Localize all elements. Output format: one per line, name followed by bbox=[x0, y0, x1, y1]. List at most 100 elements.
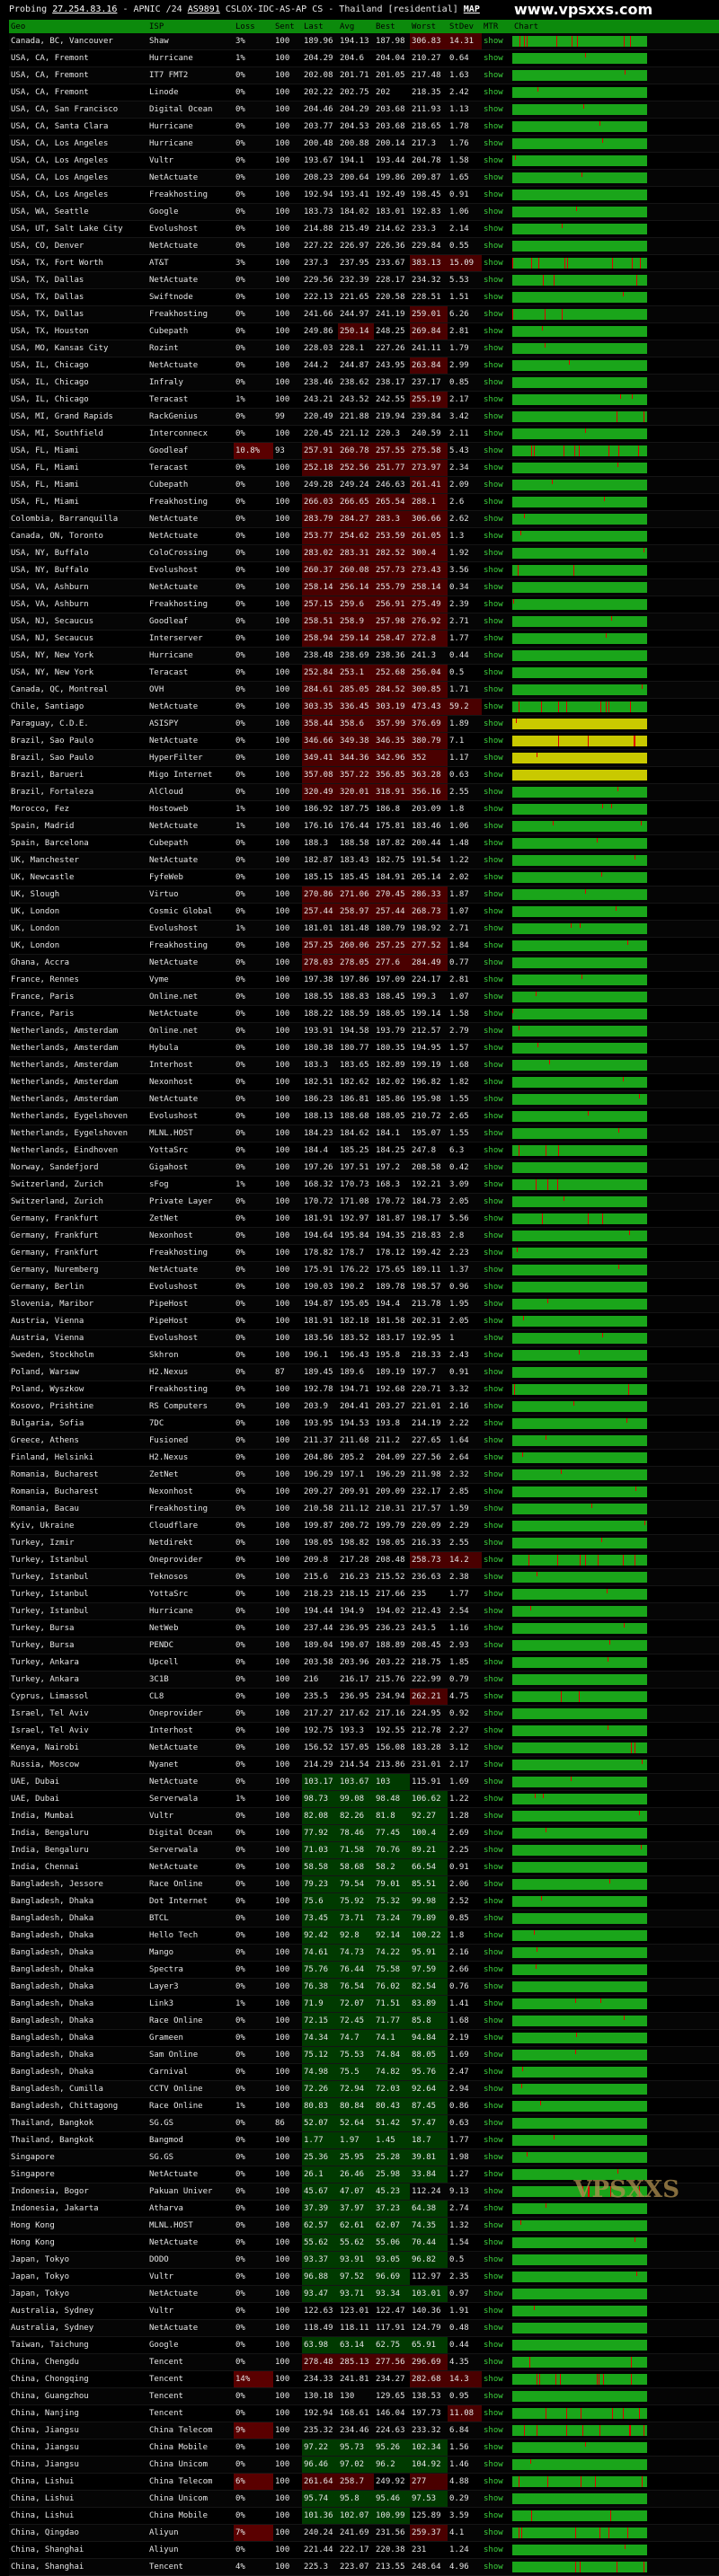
mtr-show-link[interactable]: show bbox=[482, 1312, 512, 1330]
mtr-show-link[interactable]: show bbox=[482, 459, 512, 477]
mtr-show-link[interactable]: show bbox=[482, 1329, 512, 1347]
mtr-show-link[interactable]: show bbox=[482, 1466, 512, 1484]
mtr-show-link[interactable]: show bbox=[482, 1039, 512, 1057]
mtr-show-link[interactable]: show bbox=[482, 2063, 512, 2081]
mtr-show-link[interactable]: show bbox=[482, 1244, 512, 1262]
mtr-show-link[interactable]: show bbox=[482, 595, 512, 613]
mtr-show-link[interactable]: show bbox=[482, 2507, 512, 2525]
mtr-show-link[interactable]: show bbox=[482, 1193, 512, 1211]
mtr-show-link[interactable]: show bbox=[482, 1705, 512, 1723]
mtr-show-link[interactable]: show bbox=[482, 288, 512, 306]
mtr-show-link[interactable]: show bbox=[482, 1483, 512, 1501]
mtr-show-link[interactable]: show bbox=[482, 442, 512, 460]
mtr-show-link[interactable]: show bbox=[482, 561, 512, 579]
mtr-show-link[interactable]: show bbox=[482, 2183, 512, 2201]
mtr-show-link[interactable]: show bbox=[482, 2558, 512, 2576]
mtr-show-link[interactable]: show bbox=[482, 1654, 512, 1672]
mtr-show-link[interactable]: show bbox=[482, 1585, 512, 1603]
mtr-show-link[interactable]: show bbox=[482, 66, 512, 84]
mtr-show-link[interactable]: show bbox=[482, 2404, 512, 2422]
mtr-show-link[interactable]: show bbox=[482, 937, 512, 955]
mtr-show-link[interactable]: show bbox=[482, 954, 512, 972]
mtr-show-link[interactable]: show bbox=[482, 1090, 512, 1108]
mtr-show-link[interactable]: show bbox=[482, 2422, 512, 2439]
mtr-show-link[interactable]: show bbox=[482, 834, 512, 852]
mtr-show-link[interactable]: show bbox=[482, 1398, 512, 1416]
mtr-show-link[interactable]: show bbox=[482, 2012, 512, 2030]
col-best[interactable]: Best bbox=[374, 20, 410, 33]
mtr-show-link[interactable]: show bbox=[482, 186, 512, 204]
mtr-show-link[interactable]: show bbox=[482, 220, 512, 238]
mtr-show-link[interactable]: show bbox=[482, 2524, 512, 2542]
mtr-show-link[interactable]: show bbox=[482, 1534, 512, 1552]
map-link[interactable]: MAP bbox=[464, 4, 480, 14]
mtr-show-link[interactable]: show bbox=[482, 374, 512, 392]
mtr-show-link[interactable]: show bbox=[482, 408, 512, 426]
col-loss[interactable]: Loss bbox=[234, 20, 273, 33]
mtr-show-link[interactable]: show bbox=[482, 1415, 512, 1433]
mtr-show-link[interactable]: show bbox=[482, 152, 512, 170]
mtr-show-link[interactable]: show bbox=[482, 84, 512, 101]
mtr-show-link[interactable]: show bbox=[482, 135, 512, 153]
mtr-show-link[interactable]: show bbox=[482, 510, 512, 528]
mtr-show-link[interactable]: show bbox=[482, 1295, 512, 1313]
col-worst[interactable]: Worst bbox=[410, 20, 448, 33]
mtr-show-link[interactable]: show bbox=[482, 544, 512, 562]
mtr-show-link[interactable]: show bbox=[482, 2541, 512, 2559]
mtr-show-link[interactable]: show bbox=[482, 1142, 512, 1160]
mtr-show-link[interactable]: show bbox=[482, 1551, 512, 1569]
mtr-show-link[interactable]: show bbox=[482, 920, 512, 938]
mtr-show-link[interactable]: show bbox=[482, 1278, 512, 1296]
mtr-show-link[interactable]: show bbox=[482, 2114, 512, 2132]
mtr-show-link[interactable]: show bbox=[482, 630, 512, 648]
mtr-show-link[interactable]: show bbox=[482, 493, 512, 511]
mtr-show-link[interactable]: show bbox=[482, 1056, 512, 1074]
mtr-show-link[interactable]: show bbox=[482, 1773, 512, 1791]
mtr-show-link[interactable]: show bbox=[482, 2456, 512, 2474]
mtr-show-link[interactable]: show bbox=[482, 391, 512, 409]
mtr-show-link[interactable]: show bbox=[482, 800, 512, 818]
mtr-show-link[interactable]: show bbox=[482, 1892, 512, 1910]
mtr-show-link[interactable]: show bbox=[482, 1619, 512, 1637]
mtr-show-link[interactable]: show bbox=[482, 2251, 512, 2269]
mtr-show-link[interactable]: show bbox=[482, 1432, 512, 1450]
mtr-show-link[interactable]: show bbox=[482, 2166, 512, 2183]
mtr-show-link[interactable]: show bbox=[482, 340, 512, 357]
mtr-show-link[interactable]: show bbox=[482, 698, 512, 716]
mtr-show-link[interactable]: show bbox=[482, 357, 512, 375]
mtr-show-link[interactable]: show bbox=[482, 305, 512, 323]
mtr-show-link[interactable]: show bbox=[482, 1739, 512, 1757]
col-sent[interactable]: Sent bbox=[273, 20, 302, 33]
mtr-show-link[interactable]: show bbox=[482, 2234, 512, 2252]
mtr-show-link[interactable]: show bbox=[482, 2319, 512, 2337]
mtr-show-link[interactable]: show bbox=[482, 118, 512, 136]
mtr-show-link[interactable]: show bbox=[482, 2131, 512, 2149]
mtr-show-link[interactable]: show bbox=[482, 1944, 512, 1962]
mtr-show-link[interactable]: show bbox=[482, 1346, 512, 1364]
mtr-show-link[interactable]: show bbox=[482, 203, 512, 221]
mtr-show-link[interactable]: show bbox=[482, 2268, 512, 2286]
mtr-show-link[interactable]: show bbox=[482, 971, 512, 989]
mtr-show-link[interactable]: show bbox=[482, 1022, 512, 1040]
mtr-show-link[interactable]: show bbox=[482, 1671, 512, 1689]
mtr-show-link[interactable]: show bbox=[482, 2285, 512, 2303]
mtr-show-link[interactable]: show bbox=[482, 1227, 512, 1245]
mtr-show-link[interactable]: show bbox=[482, 1790, 512, 1808]
col-geo[interactable]: Geo bbox=[9, 20, 147, 33]
col-stdev[interactable]: StDev bbox=[448, 20, 482, 33]
mtr-show-link[interactable]: show bbox=[482, 1073, 512, 1091]
mtr-show-link[interactable]: show bbox=[482, 1176, 512, 1194]
mtr-show-link[interactable]: show bbox=[482, 476, 512, 494]
mtr-show-link[interactable]: show bbox=[482, 169, 512, 187]
col-isp[interactable]: ISP bbox=[147, 20, 234, 33]
mtr-show-link[interactable]: show bbox=[482, 988, 512, 1006]
mtr-show-link[interactable]: show bbox=[482, 254, 512, 272]
mtr-show-link[interactable]: show bbox=[482, 1841, 512, 1859]
mtr-show-link[interactable]: show bbox=[482, 1449, 512, 1467]
mtr-show-link[interactable]: show bbox=[482, 869, 512, 887]
mtr-show-link[interactable]: show bbox=[482, 33, 512, 50]
mtr-show-link[interactable]: show bbox=[482, 2302, 512, 2320]
mtr-show-link[interactable]: show bbox=[482, 1210, 512, 1228]
mtr-show-link[interactable]: show bbox=[482, 613, 512, 631]
mtr-show-link[interactable]: show bbox=[482, 1978, 512, 1996]
